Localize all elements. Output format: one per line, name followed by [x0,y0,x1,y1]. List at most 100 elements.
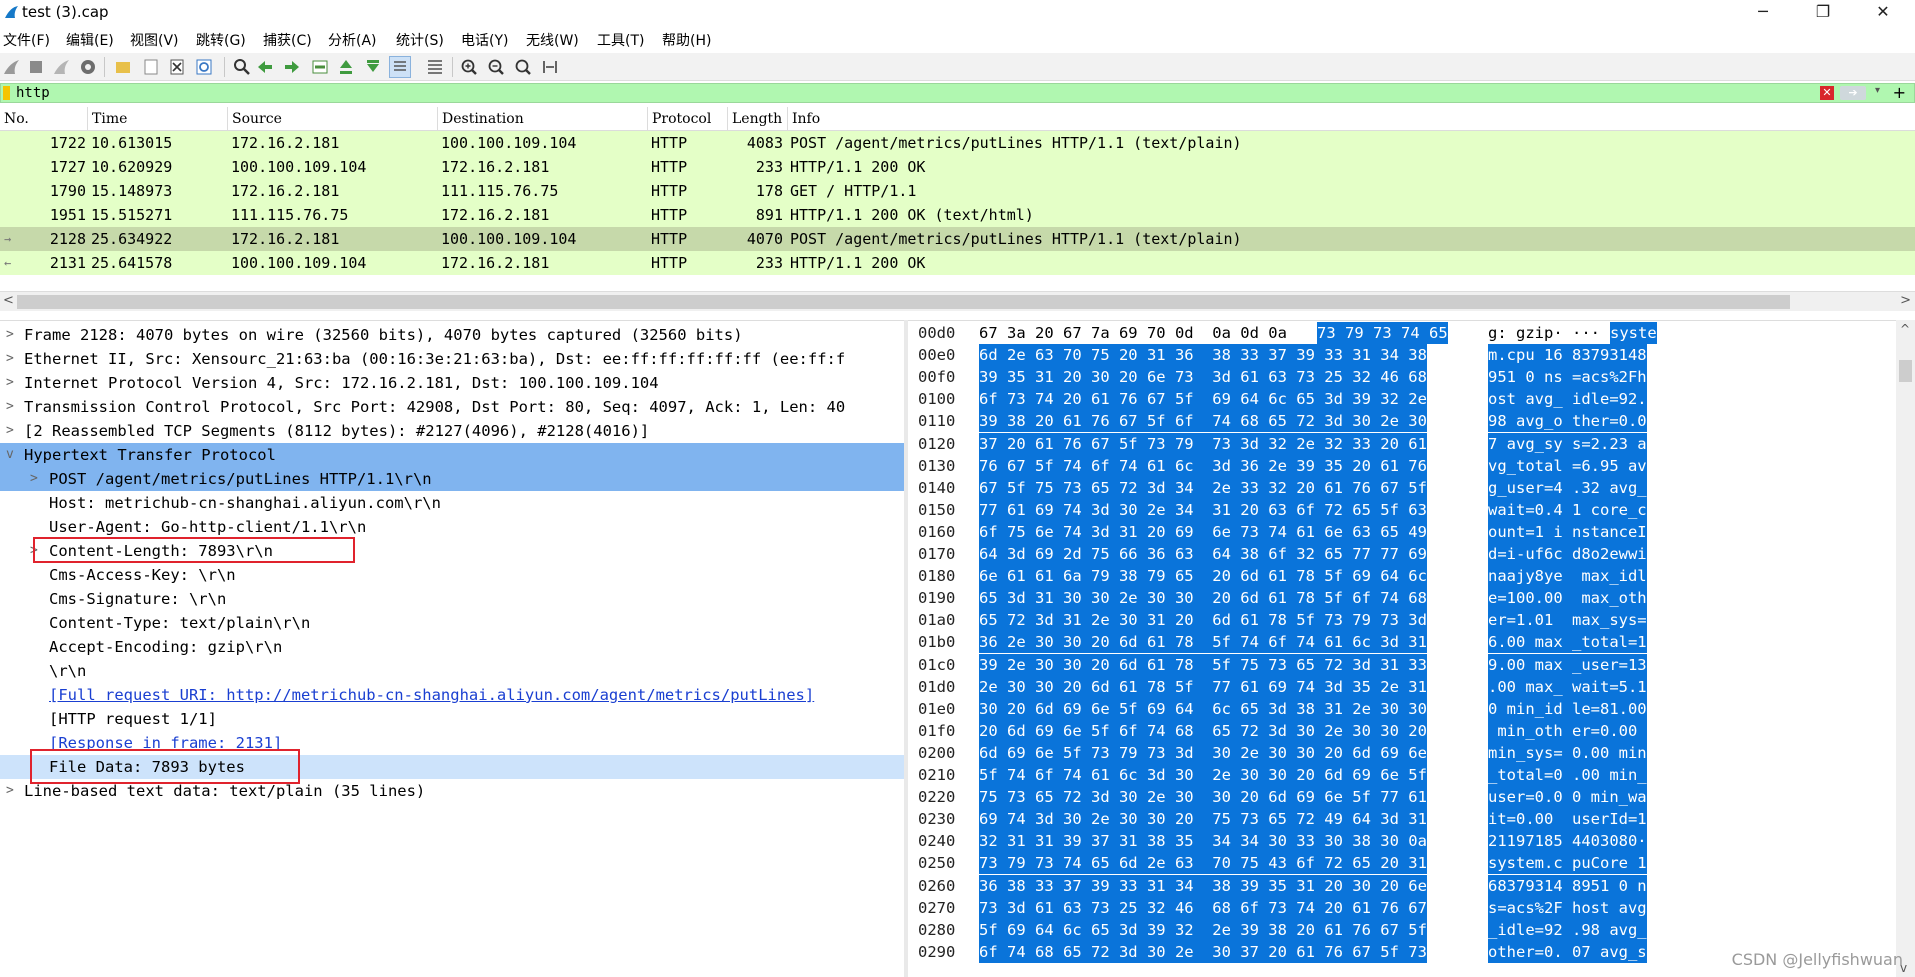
hex-bytes-highlighted[interactable]: 6f 73 74 20 61 76 67 5f 69 64 6c 65 3d 3… [979,388,1427,411]
detail-tree-item[interactable]: Cms-Access-Key: \r\n [0,563,904,587]
expand-arrow-right-icon[interactable]: > [30,467,38,491]
go-to-packet-icon[interactable] [309,56,331,78]
hex-bytes-highlighted[interactable]: 37 20 61 76 67 5f 73 79 73 3d 32 2e 32 3… [979,432,1427,455]
display-filter-input[interactable]: http ✕ ➔ ▾ + [0,83,1915,103]
last-packet-icon[interactable] [362,56,384,78]
ascii-bytes-highlighted[interactable]: s=acs%2F host avg [1488,896,1647,919]
detail-tree-item[interactable]: Content-Type: text/plain\r\n [0,611,904,635]
menu-tools[interactable]: 工具(T) [597,30,644,50]
auto-scroll-icon[interactable] [389,56,411,78]
detail-tree-item[interactable]: > [2 Reassembled TCP Segments (8112 bytes… [0,419,904,443]
detail-tree-item[interactable]: [Full request URI: http://metrichub-cn-s… [0,683,904,707]
hex-bytes-highlighted[interactable]: 2e 30 30 20 6d 61 78 5f 77 61 69 74 3d 3… [979,675,1427,698]
minimize-button[interactable]: ─ [1735,0,1791,26]
close-button[interactable]: ✕ [1855,0,1911,26]
ascii-bytes-highlighted[interactable]: 0 min_id le=81.00 [1488,697,1647,720]
hex-bytes-highlighted[interactable]: 64 3d 69 2d 75 66 36 63 64 38 6f 32 65 7… [979,543,1427,565]
detail-tree-item[interactable]: Cms-Signature: \r\n [0,587,904,611]
packet-row[interactable]: 1722 10.613015 172.16.2.181 100.100.109.104… [0,131,1915,155]
packet-row[interactable]: → 2128 25.634922 172.16.2.181 100.100.109.10… [0,227,1915,251]
ascii-bytes-highlighted[interactable]: user=0.0 0 min_wa [1488,786,1647,809]
expand-arrow-down-icon[interactable]: v [6,443,14,467]
detail-tree-item[interactable]: User-Agent: Go-http-client/1.1\r\n [0,515,904,539]
ascii-bytes-highlighted[interactable]: e=100.00 max_oth [1488,587,1647,610]
column-header-source[interactable]: Source [228,107,438,131]
hex-bytes-highlighted[interactable]: 6d 69 6e 5f 73 79 73 3d 30 2e 30 30 20 6… [979,741,1427,764]
detail-tree-item[interactable]: > Transmission Control Protocol, Src Port… [0,395,904,419]
ascii-bytes-highlighted[interactable]: syste [1610,322,1657,344]
apply-filter-icon[interactable]: ➔ [1840,86,1866,100]
clear-filter-icon[interactable]: ✕ [1820,86,1834,100]
zoom-out-icon[interactable] [485,56,507,78]
find-icon[interactable] [231,56,253,78]
file-icon[interactable] [140,56,162,78]
detail-tree-item[interactable]: > Internet Protocol Version 4, Src: 172.1… [0,371,904,395]
open-folder-icon[interactable] [112,56,134,78]
menu-edit[interactable]: 编辑(E) [66,30,114,50]
hex-bytes-highlighted[interactable]: 67 5f 75 73 65 72 3d 34 2e 33 32 20 61 7… [979,476,1427,499]
ascii-bytes-highlighted[interactable]: _total=0 .00 min_ [1488,764,1647,786]
column-header-no[interactable]: No. [0,107,88,131]
ascii-bytes-highlighted[interactable]: 7 avg_sy s=2.23 a [1488,432,1647,455]
ascii-bytes-highlighted[interactable]: 6.00 max _total=1 [1488,631,1647,654]
ascii-bytes-highlighted[interactable]: er=1.01 max_sys= [1488,609,1647,632]
stop-icon[interactable] [25,56,47,78]
expand-arrow-right-icon[interactable]: > [6,419,14,443]
options-gear-icon[interactable] [77,56,99,78]
hex-bytes-highlighted[interactable]: 73 79 73 74 65 6d 2e 63 70 75 43 6f 72 6… [979,852,1427,875]
add-filter-button-icon[interactable]: + [1893,83,1906,102]
ascii-bytes-highlighted[interactable]: ost avg_ idle=92. [1488,388,1647,411]
ascii-bytes-highlighted[interactable]: 951 0 ns =acs%2Fh [1488,366,1647,389]
menu-statistics[interactable]: 统计(S) [396,30,444,50]
menu-capture[interactable]: 捕获(C) [263,30,312,50]
close-file-icon[interactable] [166,56,188,78]
expand-arrow-right-icon[interactable]: > [6,371,14,395]
column-header-protocol[interactable]: Protocol [648,107,728,131]
packet-row[interactable]: 1951 15.515271 111.115.76.75 172.16.2.181 HT… [0,203,1915,227]
hex-bytes-highlighted[interactable]: 76 67 5f 74 6f 74 61 6c 3d 36 2e 39 35 2… [979,454,1427,477]
hex-bytes-highlighted[interactable]: 32 31 31 39 37 31 38 35 34 34 30 33 30 3… [979,830,1427,853]
ascii-bytes-highlighted[interactable]: vg_total =6.95 av [1488,454,1647,477]
ascii-bytes-highlighted[interactable]: min_sys= 0.00 min [1488,741,1647,764]
scrollbar-thumb[interactable] [17,295,1790,309]
first-packet-icon[interactable] [335,56,357,78]
hex-bytes-highlighted[interactable]: 73 3d 61 63 73 25 32 46 68 6f 73 74 20 6… [979,896,1427,919]
menu-view[interactable]: 视图(V) [130,30,179,50]
menu-file[interactable]: 文件(F) [3,30,50,50]
ascii-bytes-highlighted[interactable]: m.cpu 16 83793148 [1488,344,1647,367]
hex-bytes-highlighted[interactable]: 20 6d 69 6e 5f 6f 74 68 65 72 3d 30 2e 3… [979,719,1427,742]
hex-bytes-highlighted[interactable]: 6e 61 61 6a 79 38 79 65 20 6d 61 78 5f 6… [979,565,1427,588]
hex-bytes-highlighted[interactable]: 5f 74 6f 74 61 6c 3d 30 2e 30 30 20 6d 6… [979,764,1427,786]
detail-tree-item[interactable]: > POST /agent/metrics/putLines HTTP/1.1\r… [0,467,904,491]
ascii-bytes-highlighted[interactable]: other=0. 07 avg_s [1488,940,1647,963]
ascii-bytes-highlighted[interactable]: system.c puCore 1 [1488,852,1647,875]
detail-tree-item[interactable]: v Hypertext Transfer Protocol [0,443,904,467]
expand-arrow-right-icon[interactable]: > [6,395,14,419]
ascii-bytes-highlighted[interactable]: .00 max_ wait=5.1 [1488,675,1647,698]
column-header-time[interactable]: Time [88,107,228,131]
hex-bytes-highlighted[interactable]: 6f 74 68 65 72 3d 30 2e 30 37 20 61 76 6… [979,940,1427,963]
ascii-bytes-highlighted[interactable]: ount=1 i nstanceI [1488,520,1647,543]
hex-bytes-highlighted[interactable]: 65 3d 31 30 30 2e 30 30 20 6d 61 78 5f 6… [979,587,1427,610]
resize-columns-icon[interactable] [539,56,561,78]
hex-bytes-highlighted[interactable]: 39 2e 30 30 20 6d 61 78 5f 75 73 65 72 3… [979,653,1427,676]
ascii-bytes-highlighted[interactable]: it=0.00 userId=1 [1488,808,1647,831]
ascii-bytes-highlighted[interactable]: 68379314 8951 0 n [1488,874,1647,897]
detail-tree-item[interactable]: Accept-Encoding: gzip\r\n [0,635,904,659]
hex-bytes-highlighted[interactable]: 69 74 3d 30 2e 30 30 20 75 73 65 72 49 6… [979,808,1427,831]
go-forward-icon[interactable] [281,56,303,78]
detail-tree-item[interactable]: Host: metrichub-cn-shanghai.aliyun.com\r… [0,491,904,515]
hex-bytes-highlighted[interactable]: 75 73 65 72 3d 30 2e 30 30 20 6d 69 6e 5… [979,786,1427,809]
maximize-button[interactable]: ❐ [1795,0,1851,26]
scrollbar-thumb[interactable] [1899,360,1912,382]
ascii-bytes-highlighted[interactable]: min_oth er=0.00 [1488,719,1647,742]
ascii-bytes-highlighted[interactable]: _idle=92 .98 avg_ [1488,918,1647,941]
filter-history-dropdown-icon[interactable]: ▾ [1875,85,1880,96]
packet-row[interactable]: ← 2131 25.641578 100.100.109.104 172.16.2.18… [0,251,1915,275]
restart-icon[interactable] [50,56,72,78]
ascii-bytes-highlighted[interactable]: d=i-uf6c d8o2ewwi [1488,543,1647,565]
hex-bytes-highlighted[interactable]: 6f 75 6e 74 3d 31 20 69 6e 73 74 61 6e 6… [979,520,1427,543]
hex-bytes-highlighted[interactable]: 36 2e 30 30 20 6d 61 78 5f 74 6f 74 61 6… [979,631,1427,654]
menu-go[interactable]: 跳转(G) [196,30,246,50]
scroll-up-icon[interactable]: ^ [1900,322,1910,336]
